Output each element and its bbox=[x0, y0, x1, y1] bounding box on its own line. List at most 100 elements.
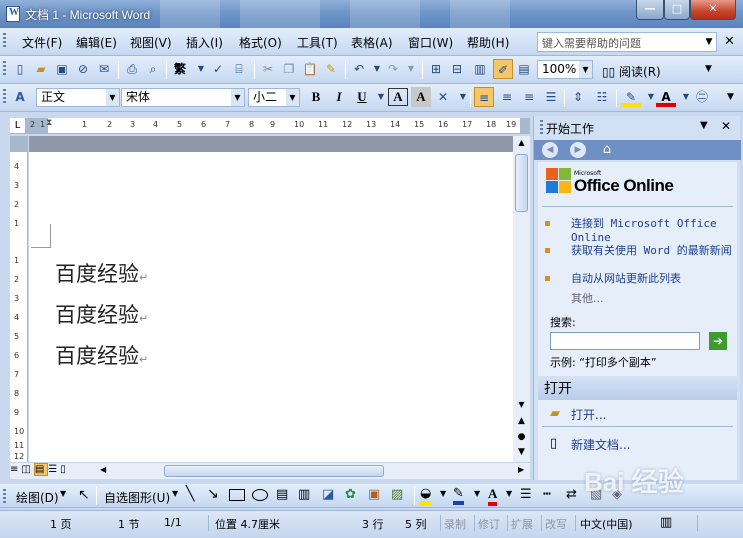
font-color-draw-dropdown-icon[interactable]: ▼ bbox=[506, 489, 512, 498]
character-scaling-icon[interactable]: ✕ bbox=[433, 87, 453, 107]
vertical-text-box-icon[interactable]: ▥ bbox=[298, 487, 310, 502]
font-select[interactable]: 宋体 ▼ bbox=[121, 88, 245, 107]
permission-icon[interactable]: ⊘ bbox=[73, 59, 93, 79]
word-app-icon[interactable] bbox=[6, 6, 20, 22]
line-style-icon[interactable]: ☰ bbox=[520, 487, 532, 502]
new-document-icon[interactable]: ▯ bbox=[10, 59, 30, 79]
read-mode-button[interactable]: ▯▯ 阅读(R) bbox=[602, 63, 661, 80]
style-dropdown-arrow[interactable]: ▼ bbox=[106, 89, 119, 106]
hscroll-thumb[interactable] bbox=[164, 465, 384, 477]
columns-icon[interactable]: ▥ bbox=[470, 59, 490, 79]
font-size-dropdown-arrow[interactable]: ▼ bbox=[286, 89, 299, 106]
select-browse-object-icon[interactable]: ● bbox=[513, 432, 530, 446]
search-go-icon[interactable]: ➔ bbox=[709, 332, 727, 350]
horizontal-scrollbar[interactable]: ≡◫▤☰▯ ◀ ▶ bbox=[10, 462, 530, 479]
clip-art-icon[interactable]: ▣ bbox=[368, 487, 380, 502]
horizontal-ruler[interactable]: L ⧗ 2 1 1 2 3 4 5 6 7 8 9 10 11 12 13 14… bbox=[10, 118, 530, 134]
line-color-dropdown-icon[interactable]: ▼ bbox=[474, 489, 480, 498]
insert-excel-icon[interactable]: ⊟ bbox=[447, 59, 467, 79]
draw-dropdown-icon[interactable]: ▼ bbox=[60, 489, 66, 498]
new-document-link[interactable]: 新建文档... bbox=[571, 436, 630, 453]
zoom-select[interactable]: 100% ▼ bbox=[537, 60, 593, 79]
font-dropdown-arrow[interactable]: ▼ bbox=[231, 89, 244, 106]
spelling-icon[interactable]: ✓ bbox=[208, 59, 228, 79]
link-connect-office-online[interactable]: 连接到 Microsoft Office Online bbox=[571, 215, 733, 244]
style-select[interactable]: 正文 ▼ bbox=[36, 88, 120, 107]
line-color-icon[interactable]: ✎ bbox=[453, 486, 464, 505]
print-preview-icon[interactable]: ⌕ bbox=[143, 59, 163, 79]
diagram-icon[interactable]: ✿ bbox=[345, 487, 356, 502]
justify-icon[interactable]: ☰ bbox=[541, 87, 561, 107]
char-shading-button[interactable]: A bbox=[411, 87, 431, 107]
toolbar-grip[interactable] bbox=[3, 89, 6, 105]
close-doc-icon[interactable]: ✕ bbox=[724, 34, 735, 49]
status-track-changes[interactable]: 修订 bbox=[478, 516, 500, 532]
previous-page-icon[interactable]: ▲ bbox=[513, 416, 530, 430]
menu-file[interactable]: 文件(F) bbox=[22, 34, 62, 51]
menu-format[interactable]: 格式(O) bbox=[239, 34, 282, 51]
reading-view-icon[interactable]: ▯ bbox=[60, 464, 69, 475]
arrow-style-icon[interactable]: ⇄ bbox=[566, 487, 577, 502]
line-spacing-icon[interactable]: ⇕ bbox=[568, 87, 588, 107]
undo-icon[interactable]: ↶ bbox=[349, 59, 369, 79]
draw-menu-button[interactable]: 绘图(D) bbox=[16, 489, 59, 506]
document-map-icon[interactable]: ▤ bbox=[514, 59, 534, 79]
font-size-select[interactable]: 小二 ▼ bbox=[248, 88, 300, 107]
forward-icon[interactable]: ▶ bbox=[570, 142, 586, 158]
menu-table[interactable]: 表格(A) bbox=[351, 34, 393, 51]
save-icon[interactable]: ▣ bbox=[52, 59, 72, 79]
paragraph[interactable]: 百度经验↵ bbox=[55, 258, 148, 288]
align-center-icon[interactable]: ≡ bbox=[497, 87, 517, 107]
scroll-down-icon[interactable]: ▼ bbox=[513, 400, 530, 412]
home-icon[interactable]: ⌂ bbox=[598, 141, 616, 159]
highlight-icon[interactable]: ✎ bbox=[621, 87, 641, 107]
toolbar-options-icon[interactable]: ▼ bbox=[705, 64, 712, 74]
back-icon[interactable]: ◀ bbox=[542, 142, 558, 158]
toolbar-grip[interactable] bbox=[3, 489, 6, 505]
email-icon[interactable]: ✉ bbox=[94, 59, 114, 79]
fill-color-icon[interactable]: ◒ bbox=[420, 486, 432, 505]
redo-icon[interactable]: ↷ bbox=[383, 59, 403, 79]
tab-selector-icon[interactable]: L bbox=[10, 118, 26, 133]
menu-window[interactable]: 窗口(W) bbox=[408, 34, 453, 51]
research-icon[interactable]: ⌸ bbox=[229, 59, 249, 79]
vertical-scrollbar[interactable]: ▲ ▼ ▲ ● ▼ bbox=[513, 136, 530, 462]
font-color-draw-icon[interactable]: A bbox=[488, 486, 498, 506]
print-layout-view-icon[interactable]: ▤ bbox=[33, 463, 49, 476]
rectangle-icon[interactable] bbox=[229, 489, 245, 501]
normal-view-icon[interactable]: ≡ bbox=[10, 464, 21, 475]
insert-picture-icon[interactable]: ▨ bbox=[391, 487, 403, 502]
maximize-button[interactable]: □ bbox=[664, 0, 690, 20]
menu-help[interactable]: 帮助(H) bbox=[467, 34, 509, 51]
help-question-input[interactable]: 键入需要帮助的问题 bbox=[537, 32, 717, 52]
align-right-icon[interactable]: ≡ bbox=[519, 87, 539, 107]
print-icon[interactable]: ⎙ bbox=[122, 59, 142, 79]
traditional-chinese-icon[interactable]: 繁 bbox=[170, 59, 190, 79]
menu-tools[interactable]: 工具(T) bbox=[297, 34, 338, 51]
toolbar-grip[interactable] bbox=[3, 61, 6, 77]
paste-icon[interactable]: 📋 bbox=[300, 59, 320, 79]
document-page[interactable]: 百度经验↵ 百度经验↵ 百度经验↵ bbox=[29, 136, 513, 462]
indent-marker-icon[interactable]: ⧗ bbox=[46, 118, 54, 133]
text-box-icon[interactable]: ▤ bbox=[276, 487, 288, 502]
scroll-right-icon[interactable]: ▶ bbox=[518, 465, 524, 474]
search-input[interactable] bbox=[550, 332, 700, 350]
insert-table-icon[interactable]: ⊞ bbox=[426, 59, 446, 79]
paragraph[interactable]: 百度经验↵ bbox=[55, 340, 148, 370]
fill-color-dropdown-icon[interactable]: ▼ bbox=[440, 489, 446, 498]
autoshapes-menu-button[interactable]: 自选图形(U) bbox=[104, 489, 170, 506]
autoshapes-dropdown-icon[interactable]: ▼ bbox=[172, 489, 178, 498]
align-left-icon[interactable]: ≡ bbox=[474, 87, 494, 107]
close-button[interactable]: ✕ bbox=[690, 0, 736, 20]
task-pane-grip[interactable] bbox=[540, 120, 543, 134]
arrow-icon[interactable]: ↘ bbox=[207, 486, 219, 502]
paragraph[interactable]: 百度经验↵ bbox=[55, 299, 148, 329]
toolbar-grip[interactable] bbox=[3, 33, 6, 49]
link-auto-update[interactable]: 自动从网站更新此列表 bbox=[571, 270, 681, 286]
status-extend[interactable]: 扩展 bbox=[511, 516, 533, 532]
web-view-icon[interactable]: ◫ bbox=[21, 464, 33, 475]
menu-insert[interactable]: 插入(I) bbox=[186, 34, 223, 51]
redo-dropdown-icon[interactable]: ▼ bbox=[401, 59, 421, 79]
outline-view-icon[interactable]: ☰ bbox=[48, 464, 60, 475]
link-more[interactable]: 其他... bbox=[571, 290, 604, 306]
